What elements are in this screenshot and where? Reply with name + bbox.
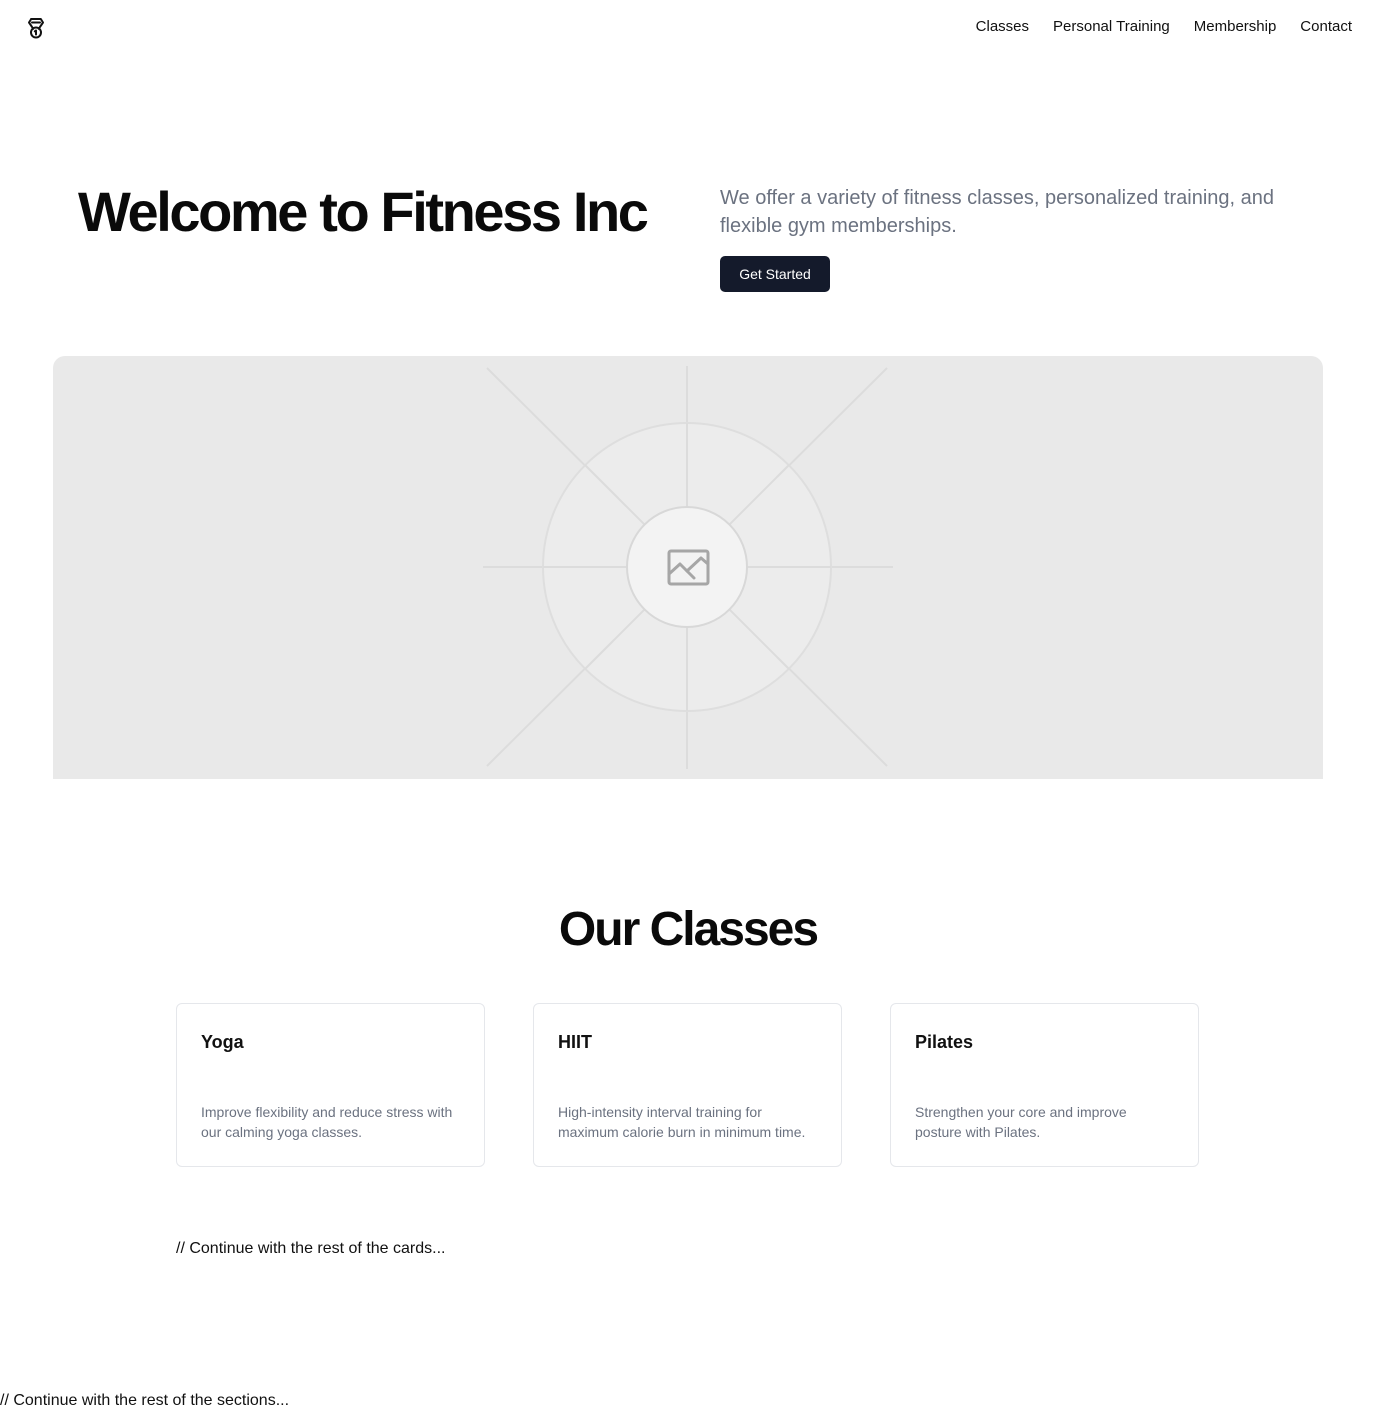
card-title: Yoga xyxy=(201,1032,244,1052)
medal-logo-icon[interactable] xyxy=(24,16,48,40)
class-card-pilates[interactable]: Pilates Strengthen your core and improve… xyxy=(890,1003,1199,1167)
class-cards: Yoga Improve flexibility and reduce stre… xyxy=(176,1003,1199,1167)
classes-section-title: Our Classes xyxy=(558,903,819,956)
main-nav: Classes Personal Training Membership Con… xyxy=(976,18,1352,35)
card-title: Pilates xyxy=(915,1032,974,1052)
card-title: HIIT xyxy=(558,1032,592,1052)
placeholder-decoration xyxy=(483,366,893,769)
nav-contact-link[interactable]: Contact xyxy=(1300,18,1352,35)
card-description: Strengthen your core and improve posture… xyxy=(915,1104,1127,1140)
get-started-button[interactable]: Get Started xyxy=(720,256,830,292)
hero-image-placeholder xyxy=(53,356,1323,779)
site-header: Classes Personal Training Membership Con… xyxy=(0,0,1376,56)
page: Classes Personal Training Membership Con… xyxy=(0,0,1376,1413)
nav-membership-link[interactable]: Membership xyxy=(1194,18,1277,35)
nav-personal-training-link[interactable]: Personal Training xyxy=(1053,18,1170,35)
class-card-yoga[interactable]: Yoga Improve flexibility and reduce stre… xyxy=(176,1003,485,1167)
continue-cards-note: // Continue with the rest of the cards..… xyxy=(176,1240,446,1257)
hero-description: We offer a variety of fitness classes, p… xyxy=(720,187,1274,237)
nav-classes-link[interactable]: Classes xyxy=(976,18,1029,35)
card-description: High-intensity interval training for max… xyxy=(558,1104,806,1140)
hero-title: Welcome to Fitness Inc xyxy=(78,180,649,243)
class-card-hiit[interactable]: HIIT High-intensity interval training fo… xyxy=(533,1003,842,1167)
continue-sections-note: // Continue with the rest of the section… xyxy=(0,1392,290,1409)
card-description: Improve flexibility and reduce stress wi… xyxy=(201,1104,453,1140)
